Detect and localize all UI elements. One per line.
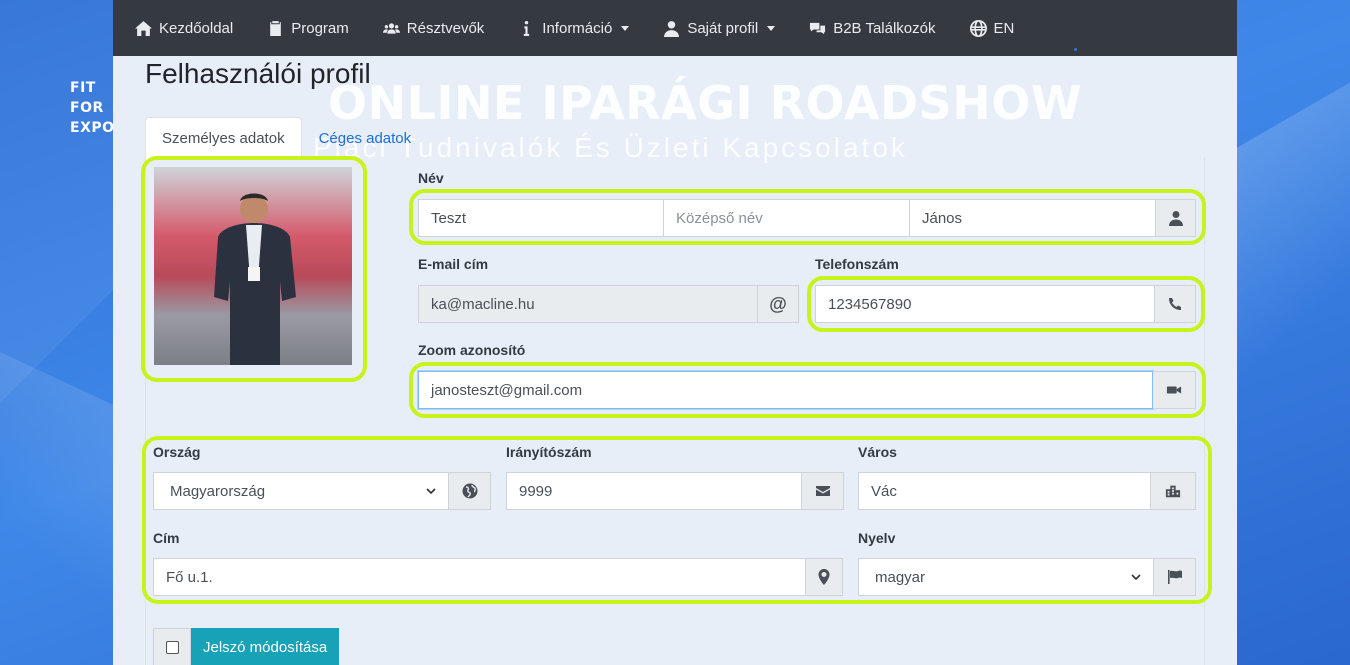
language-value: magyar bbox=[875, 568, 926, 586]
banner-title: ONLINE IPARÁGI ROADSHOW bbox=[328, 76, 1083, 130]
zip-input[interactable]: 9999 bbox=[506, 472, 802, 510]
user-icon bbox=[664, 20, 680, 37]
flag-addon bbox=[1154, 558, 1196, 596]
nav-label: B2B Találkozók bbox=[833, 19, 936, 37]
city-input[interactable]: Vác bbox=[858, 472, 1151, 510]
last-name-input[interactable]: Teszt bbox=[418, 199, 664, 237]
users-icon bbox=[382, 22, 400, 34]
password-change-button[interactable]: Jelszó módosítása bbox=[191, 628, 340, 665]
nav-label: Kezdőoldal bbox=[159, 19, 234, 37]
page-title: Felhasználói profil bbox=[145, 58, 371, 89]
person-silhouette bbox=[214, 193, 296, 365]
profile-tabs: Személyes adatok Céges adatok bbox=[145, 117, 428, 160]
email-field[interactable]: ka@macline.hu bbox=[418, 285, 758, 323]
map-marker-icon bbox=[818, 569, 830, 585]
comments-icon bbox=[810, 22, 826, 34]
tab-company-data[interactable]: Céges adatok bbox=[302, 117, 429, 160]
nav-label: EN bbox=[993, 19, 1015, 37]
nav-item-participants[interactable]: Résztvevők bbox=[382, 19, 485, 37]
zoom-label: Zoom azonosító bbox=[418, 342, 526, 358]
password-change-checkbox[interactable] bbox=[165, 640, 179, 654]
city-group: Vác bbox=[858, 472, 1196, 510]
address-group: Fő u.1. bbox=[153, 558, 843, 596]
phone-icon bbox=[1169, 298, 1181, 310]
nav-item-language-en[interactable]: EN bbox=[969, 19, 1015, 37]
middle-name-input[interactable]: Középső név bbox=[664, 199, 910, 237]
zip-label: Irányítószám bbox=[506, 444, 592, 460]
globe-icon bbox=[969, 19, 987, 37]
home-icon bbox=[135, 20, 152, 36]
email-group: ka@macline.hu @ bbox=[418, 285, 799, 323]
address-label: Cím bbox=[153, 530, 180, 546]
nav-label: Program bbox=[291, 19, 349, 37]
clipboard-icon bbox=[270, 20, 282, 36]
profile-content: ONLINE IPARÁGI ROADSHOW Piaci Tudnivalók… bbox=[113, 56, 1237, 665]
top-navbar: Kezdőoldal Program Résztvevők Információ… bbox=[113, 0, 1237, 56]
name-group: Teszt Középső név János bbox=[418, 199, 1196, 237]
country-label: Ország bbox=[153, 444, 201, 460]
nav-item-home[interactable]: Kezdőoldal bbox=[135, 20, 233, 37]
phone-addon bbox=[1155, 285, 1196, 323]
email-label: E-mail cím bbox=[418, 256, 489, 272]
envelope-icon bbox=[815, 486, 830, 496]
globe-addon bbox=[449, 472, 491, 510]
language-select[interactable]: magyar bbox=[858, 558, 1154, 596]
zip-group: 9999 bbox=[506, 472, 844, 510]
location-addon bbox=[806, 558, 843, 596]
nav-label: Résztvevők bbox=[406, 19, 485, 37]
address-input[interactable]: Fő u.1. bbox=[153, 558, 806, 596]
decorative-dot bbox=[1074, 48, 1077, 51]
city-addon bbox=[1151, 472, 1196, 510]
zoom-group: janosteszt@gmail.com bbox=[418, 371, 1196, 409]
country-value: Magyarország bbox=[170, 482, 266, 500]
globe-icon bbox=[462, 483, 477, 499]
info-icon bbox=[524, 20, 530, 36]
language-label: Nyelv bbox=[858, 530, 896, 546]
profile-photo[interactable] bbox=[154, 167, 352, 365]
flag-icon bbox=[1167, 570, 1182, 584]
phone-input[interactable]: 1234567890 bbox=[815, 285, 1155, 323]
video-addon bbox=[1153, 371, 1196, 409]
video-camera-icon bbox=[1166, 386, 1182, 394]
at-addon: @ bbox=[758, 285, 799, 323]
nav-item-b2b-meetings[interactable]: B2B Találkozók bbox=[809, 19, 936, 37]
password-change-checkbox-wrap bbox=[153, 628, 191, 665]
user-icon bbox=[1168, 211, 1183, 226]
nav-label: Saját profil bbox=[687, 19, 759, 37]
city-label: Város bbox=[858, 444, 897, 460]
nav-label: Információ bbox=[542, 19, 613, 37]
tab-personal-data[interactable]: Személyes adatok bbox=[145, 117, 302, 160]
zoom-id-input[interactable]: janosteszt@gmail.com bbox=[418, 371, 1153, 409]
chevron-down-icon bbox=[1131, 574, 1141, 581]
password-change-row: Jelszó módosítása bbox=[153, 628, 340, 665]
nav-item-my-profile[interactable]: Saját profil bbox=[663, 19, 776, 37]
name-label: Név bbox=[418, 170, 444, 186]
first-name-input[interactable]: János bbox=[910, 199, 1156, 237]
envelope-addon bbox=[802, 472, 844, 510]
chevron-down-icon bbox=[426, 488, 436, 495]
country-group: Magyarország bbox=[153, 472, 491, 510]
nav-item-program[interactable]: Program bbox=[267, 20, 349, 37]
caret-down-icon bbox=[621, 25, 630, 31]
language-group: magyar bbox=[858, 558, 1196, 596]
user-addon bbox=[1156, 199, 1196, 237]
at-icon: @ bbox=[769, 293, 787, 314]
city-icon bbox=[1165, 485, 1181, 498]
country-select[interactable]: Magyarország bbox=[153, 472, 449, 510]
phone-label: Telefonszám bbox=[815, 256, 899, 272]
phone-group: 1234567890 bbox=[815, 285, 1196, 323]
background-stripe bbox=[0, 352, 120, 665]
nav-item-information[interactable]: Információ bbox=[518, 19, 630, 37]
caret-down-icon bbox=[767, 25, 776, 31]
